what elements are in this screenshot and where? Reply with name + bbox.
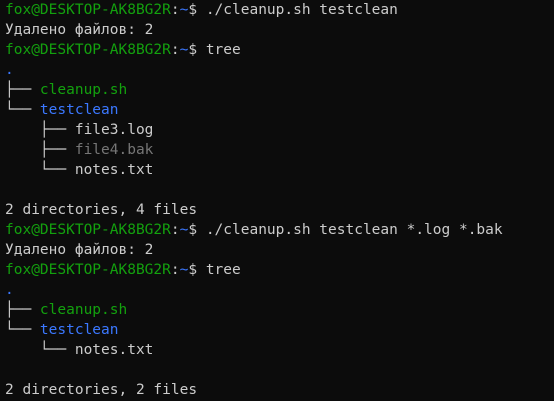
prompt-separator: : bbox=[170, 42, 180, 58]
command-text: ./cleanup.sh testclean bbox=[205, 2, 398, 18]
tree-branch: └── bbox=[5, 162, 75, 178]
prompt-separator: : bbox=[170, 2, 180, 18]
prompt-line: fox@DESKTOP-AK8BG2R:~$ tree bbox=[5, 40, 503, 60]
tree-item: └── testclean bbox=[5, 320, 503, 340]
tree-item: └── testclean bbox=[5, 100, 503, 120]
prompt-user-host: fox@DESKTOP-AK8BG2R bbox=[5, 2, 171, 18]
prompt-user-host: fox@DESKTOP-AK8BG2R bbox=[5, 262, 171, 278]
tree-branch: └── bbox=[5, 342, 75, 358]
tree-item: ├── file4.bak bbox=[5, 140, 503, 160]
command-output: Удалено файлов: 2 bbox=[5, 22, 154, 38]
prompt-separator: : bbox=[170, 262, 180, 278]
tree-file-name: notes.txt bbox=[74, 162, 154, 178]
command-text: tree bbox=[205, 42, 241, 58]
command-text: tree bbox=[205, 262, 241, 278]
tree-item: ├── cleanup.sh bbox=[5, 80, 503, 100]
tree-branch: ├── bbox=[5, 142, 75, 158]
tree-item: ├── cleanup.sh bbox=[5, 300, 503, 320]
prompt-user-host: fox@DESKTOP-AK8BG2R bbox=[5, 42, 171, 58]
prompt-symbol: $ bbox=[188, 42, 198, 58]
tree-branch: ├── bbox=[5, 302, 40, 318]
prompt-user-host: fox@DESKTOP-AK8BG2R bbox=[5, 222, 171, 238]
tree-summary: 2 directories, 4 files bbox=[5, 202, 198, 218]
tree-item: └── notes.txt bbox=[5, 160, 503, 180]
tree-root: . bbox=[5, 62, 14, 78]
terminal-output: fox@DESKTOP-AK8BG2R:~$ ./cleanup.sh test… bbox=[5, 0, 503, 400]
command-output: Удалено файлов: 2 bbox=[5, 242, 154, 258]
tree-branch: └── bbox=[5, 322, 40, 338]
tree-branch: ├── bbox=[5, 122, 75, 138]
prompt-separator: : bbox=[170, 222, 180, 238]
tree-file-name: file3.log bbox=[74, 122, 154, 138]
prompt-symbol: $ bbox=[188, 262, 198, 278]
tree-dir-name: testclean bbox=[39, 322, 119, 338]
tree-item: └── notes.txt bbox=[5, 340, 503, 360]
prompt-line: fox@DESKTOP-AK8BG2R:~$ ./cleanup.sh test… bbox=[5, 220, 503, 240]
prompt-symbol: $ bbox=[188, 222, 198, 238]
prompt-symbol: $ bbox=[188, 2, 198, 18]
tree-branch: ├── bbox=[5, 82, 40, 98]
tree-file-name: cleanup.sh bbox=[39, 302, 128, 318]
tree-file-name: file4.bak bbox=[74, 142, 154, 158]
prompt-line: fox@DESKTOP-AK8BG2R:~$ tree bbox=[5, 260, 503, 280]
tree-summary: 2 directories, 2 files bbox=[5, 382, 198, 398]
tree-branch: └── bbox=[5, 102, 40, 118]
terminal-window[interactable]: fox@DESKTOP-AK8BG2R:~$ ./cleanup.sh test… bbox=[0, 0, 554, 401]
prompt-line: fox@DESKTOP-AK8BG2R:~$ ./cleanup.sh test… bbox=[5, 0, 503, 20]
tree-item: ├── file3.log bbox=[5, 120, 503, 140]
tree-root: . bbox=[5, 282, 14, 298]
tree-file-name: notes.txt bbox=[74, 342, 154, 358]
command-text: ./cleanup.sh testclean *.log *.bak bbox=[205, 222, 503, 238]
tree-file-name: cleanup.sh bbox=[39, 82, 128, 98]
tree-dir-name: testclean bbox=[39, 102, 119, 118]
